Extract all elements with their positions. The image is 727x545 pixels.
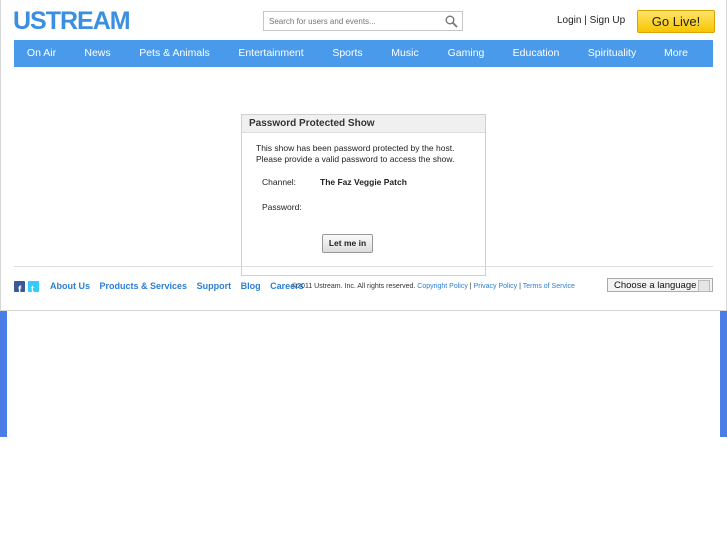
dialog-message: This show has been password protected by… <box>256 143 476 165</box>
svg-text:t: t <box>31 284 34 294</box>
login-link[interactable]: Login <box>557 15 581 26</box>
footer-links: About Us Products & Services Support Blo… <box>50 281 311 291</box>
nav-item-news[interactable]: News <box>69 40 126 67</box>
dialog-message-line2: Please provide a valid password to acces… <box>256 154 455 164</box>
nav-item-on-air[interactable]: On Air <box>14 40 69 67</box>
right-side-bar <box>720 311 727 437</box>
left-side-bar <box>0 311 7 437</box>
terms-link[interactable]: Terms of Service <box>523 283 575 290</box>
privacy-policy-link[interactable]: Privacy Policy <box>474 283 518 290</box>
dialog-message-line1: This show has been password protected by… <box>256 143 455 153</box>
footer-divider <box>14 266 713 267</box>
footer-link-about[interactable]: About Us <box>50 281 90 291</box>
language-select-label: Choose a language <box>614 280 697 291</box>
svg-text:f: f <box>18 285 22 294</box>
signup-link[interactable]: Sign Up <box>590 15 626 26</box>
channel-value: The Faz Veggie Patch <box>320 177 407 187</box>
ustream-logo[interactable]: USTREAM <box>13 9 131 34</box>
let-me-in-button[interactable]: Let me in <box>322 234 373 253</box>
nav-item-entertainment[interactable]: Entertainment <box>223 40 319 67</box>
nav-item-education[interactable]: Education <box>498 40 574 67</box>
footer-link-support[interactable]: Support <box>197 281 232 291</box>
facebook-icon[interactable]: f <box>14 281 25 296</box>
search-icon[interactable] <box>445 15 458 28</box>
twitter-icon[interactable]: t <box>28 281 39 294</box>
footer-link-products[interactable]: Products & Services <box>100 281 188 291</box>
password-dialog: Password Protected Show This show has be… <box>241 114 486 276</box>
copyright-sep-1: | <box>469 283 472 290</box>
nav-item-spirituality[interactable]: Spirituality <box>574 40 650 67</box>
nav-item-pets-animals[interactable]: Pets & Animals <box>126 40 223 67</box>
search-input[interactable] <box>264 12 441 30</box>
go-live-button[interactable]: Go Live! <box>637 10 715 33</box>
nav-item-gaming[interactable]: Gaming <box>434 40 498 67</box>
dropdown-arrow-icon <box>698 280 710 292</box>
auth-separator: | <box>584 15 587 26</box>
dialog-title: Password Protected Show <box>242 115 485 133</box>
nav-item-sports[interactable]: Sports <box>319 40 376 67</box>
copyright-text: ©2011 Ustream. Inc. All rights reserved. <box>292 283 416 290</box>
category-nav: On Air News Pets & Animals Entertainment… <box>14 40 713 67</box>
copyright: ©2011 Ustream. Inc. All rights reserved.… <box>292 283 575 290</box>
copyright-policy-link[interactable]: Copyright Policy <box>417 283 468 290</box>
password-label: Password: <box>262 202 302 212</box>
footer-link-blog[interactable]: Blog <box>241 281 261 291</box>
search-box[interactable] <box>263 11 463 31</box>
channel-label: Channel: <box>262 177 297 187</box>
language-select[interactable]: Choose a language <box>607 278 713 292</box>
auth-links: Login | Sign Up <box>557 15 625 26</box>
nav-item-more[interactable]: More <box>650 40 702 67</box>
nav-item-music[interactable]: Music <box>376 40 434 67</box>
copyright-sep-2: | <box>519 283 521 290</box>
